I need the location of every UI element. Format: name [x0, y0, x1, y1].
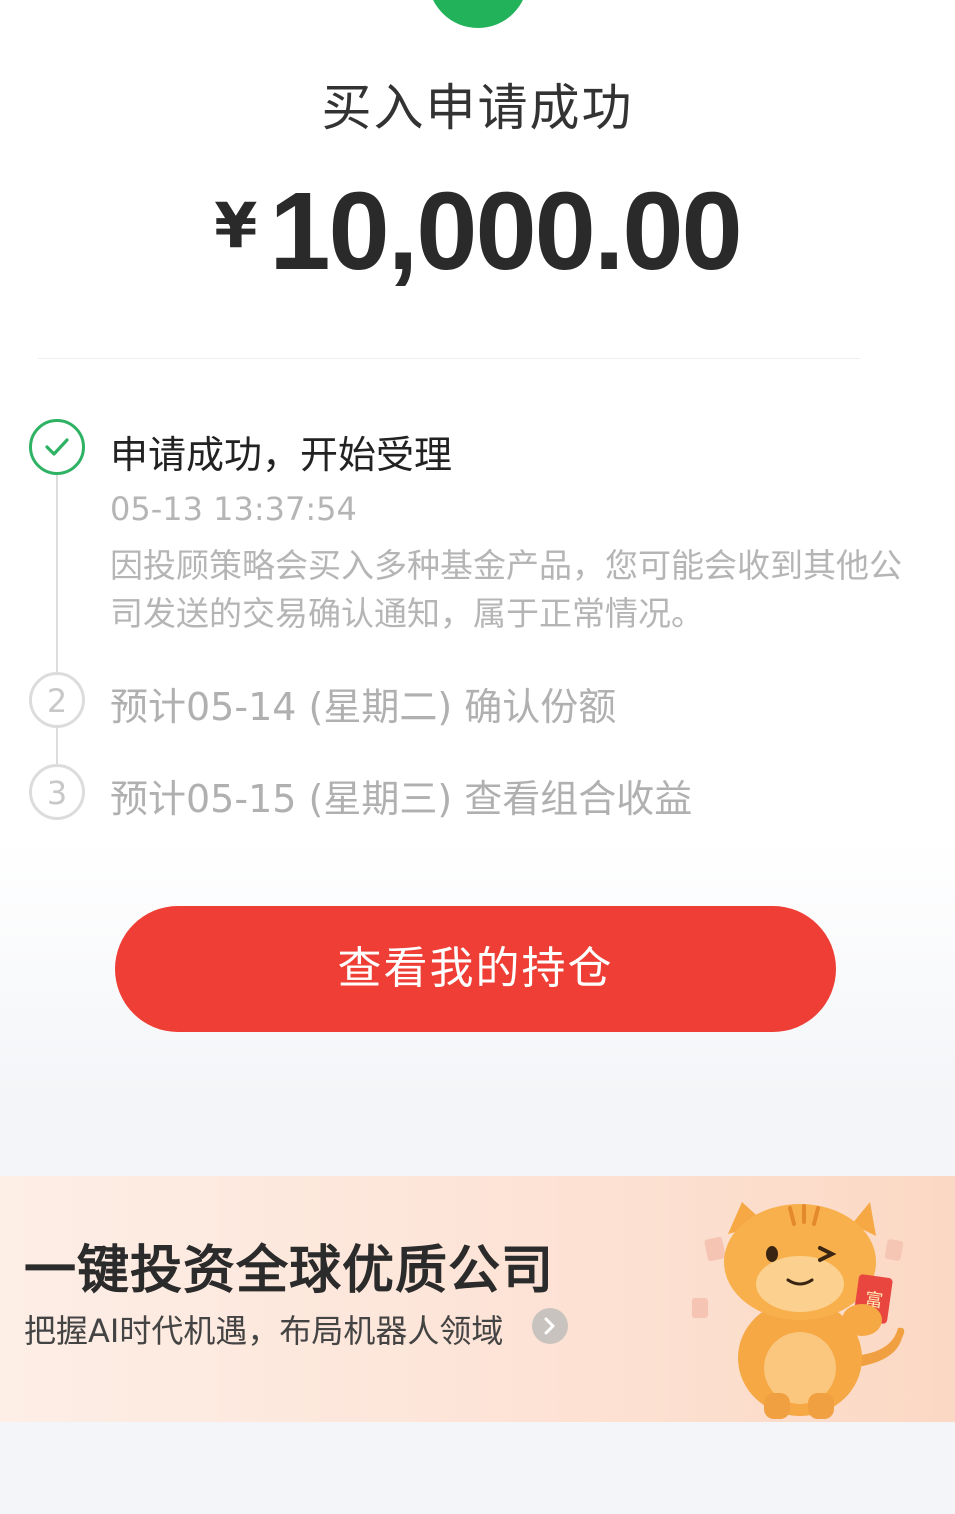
- chevron-right-icon[interactable]: [532, 1308, 568, 1344]
- step3-number-badge: 3: [29, 764, 85, 820]
- step2-label: 预计05-14 (星期二) 确认份额: [110, 685, 617, 729]
- step1-title: 申请成功，开始受理: [110, 433, 453, 477]
- promo-banner[interactable]: 一键投资全球优质公司 把握AI时代机遇，布局机器人领域 富: [0, 1176, 955, 1422]
- timeline-connector: [56, 728, 58, 764]
- step3-label: 预计05-15 (星期三) 查看组合收益: [110, 777, 693, 821]
- step1-description: 因投顾策略会买入多种基金产品，您可能会收到其他公司发送的交易确认通知，属于正常情…: [110, 546, 902, 633]
- banner-subtitle: 把握AI时代机遇，布局机器人领域: [24, 1312, 504, 1350]
- timeline-connector: [56, 474, 58, 672]
- cat-mascot-icon: 富: [692, 1202, 905, 1419]
- banner-title: 一键投资全球优质公司: [24, 1241, 555, 1301]
- step2-number-badge: 2: [29, 672, 85, 728]
- page-title: 买入申请成功: [321, 79, 634, 137]
- check-icon: [29, 419, 85, 475]
- page-footer-area: [0, 1422, 955, 1514]
- amount-value: 10,000.00: [269, 170, 742, 293]
- step1-timestamp: 05-13 13:37:54: [110, 490, 357, 528]
- success-logo-icon: [428, 0, 528, 28]
- view-holdings-button[interactable]: 查看我的持仓: [115, 906, 836, 1032]
- divider: [38, 358, 860, 359]
- currency-symbol: ¥: [214, 189, 258, 262]
- purchase-amount: ¥10,000.00: [0, 168, 955, 295]
